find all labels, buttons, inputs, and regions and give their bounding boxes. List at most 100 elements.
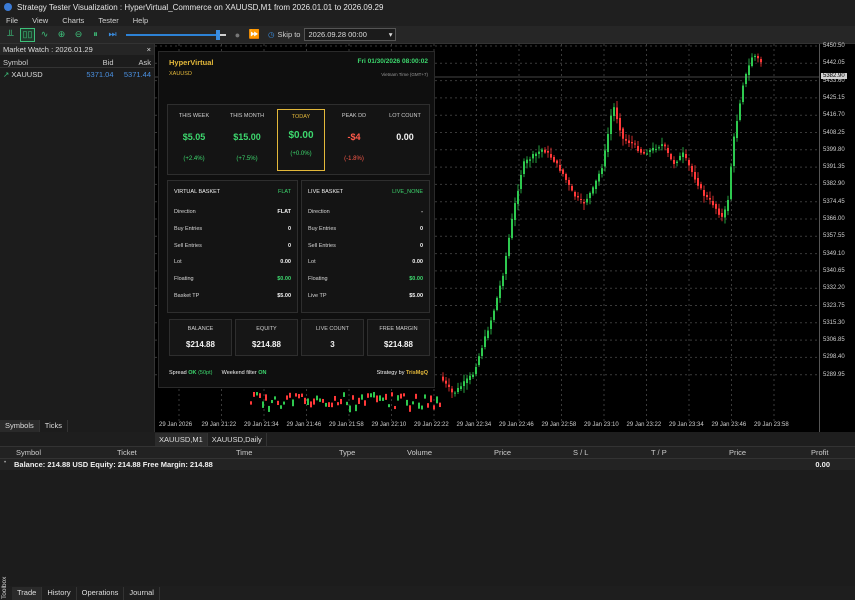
- time-tick-label: 29 Jan 23:34: [669, 422, 704, 428]
- price-tick-label: 5408.25: [823, 129, 845, 136]
- market-watch-title: Market Watch : 2026.01.29: [3, 45, 93, 54]
- tab-ticks[interactable]: Ticks: [40, 420, 68, 432]
- tab-trade[interactable]: Trade: [12, 587, 43, 600]
- time-tick-label: 29 Jan 23:58: [754, 422, 789, 428]
- menu-file[interactable]: File: [6, 16, 18, 25]
- fast-forward-icon[interactable]: ⏩: [247, 28, 262, 42]
- current-price-label: 5382.90: [821, 73, 847, 79]
- menu-tester[interactable]: Tester: [98, 16, 118, 25]
- bar-chart-icon[interactable]: ╨: [3, 28, 18, 42]
- time-tick-label: 29 Jan 23:10: [584, 422, 619, 428]
- ea-name: HyperVirtual: [169, 58, 214, 67]
- price-tick-label: 5357.55: [823, 233, 845, 240]
- zoom-in-icon[interactable]: ⊕: [54, 28, 69, 42]
- dashboard-timezone: Vietnam Time (GMT+7): [381, 72, 428, 77]
- skip-to-icon[interactable]: ◷: [268, 30, 275, 39]
- market-watch-panel: Market Watch : 2026.01.29 × Symbol Bid A…: [0, 44, 155, 432]
- price-tick-label: 5366.00: [823, 216, 845, 222]
- chevron-down-icon: ▾: [388, 30, 393, 39]
- time-tick-label: 29 Jan 23:46: [711, 422, 747, 428]
- col-profit: Profit: [811, 448, 829, 457]
- tab-journal[interactable]: Journal: [124, 587, 160, 600]
- time-tick-label: 29 Jan 21:34: [244, 422, 279, 428]
- tab-operations[interactable]: Operations: [77, 587, 125, 600]
- price-tick-label: 5306.85: [823, 337, 845, 344]
- stat-week: THIS WEEK $5.05 (+2.4%): [178, 113, 210, 162]
- live-basket-status: LIVE_NONE: [392, 189, 423, 195]
- col-type: Type: [339, 448, 356, 457]
- time-tick-label: 29 Jan 22:10: [371, 422, 407, 428]
- app-icon: [4, 3, 12, 11]
- balance-row-icon: •: [4, 460, 7, 466]
- pause-icon[interactable]: ⏸: [88, 28, 103, 42]
- skip-date-value: 2026.09.28 00:00: [308, 30, 367, 39]
- time-tick-label: 29 Jan 23:22: [626, 422, 662, 428]
- menu-view[interactable]: View: [32, 16, 48, 25]
- candlestick-icon[interactable]: ▯▯: [20, 27, 35, 42]
- menu-help[interactable]: Help: [133, 16, 148, 25]
- col-ticket: Ticket: [117, 448, 137, 457]
- step-forward-icon[interactable]: ⏭: [105, 28, 120, 42]
- balance-card: BALANCE $214.88: [169, 319, 232, 356]
- tab-chart-daily[interactable]: XAUUSD,Daily: [208, 432, 267, 446]
- close-icon[interactable]: ×: [147, 45, 151, 54]
- free-margin-card: FREE MARGIN $214.88: [367, 319, 430, 356]
- price-tick-label: 5340.65: [823, 267, 845, 274]
- time-tick-label: 29 Jan 2026: [159, 422, 193, 428]
- spread-status: Spread OK (50pt) Weekend filter ON: [169, 370, 267, 376]
- price-tick-label: 5323.75: [823, 302, 845, 309]
- dashboard-datetime: Fri 01/30/2026 08:00:02: [357, 58, 428, 65]
- trend-up-icon: ↗: [3, 69, 10, 79]
- stat-today: TODAY $0.00 (+0.0%): [277, 109, 325, 171]
- price-tick-label: 5298.40: [823, 354, 845, 361]
- stop-icon[interactable]: ●: [230, 28, 245, 42]
- time-tick-label: 29 Jan 22:34: [456, 422, 492, 428]
- tab-history[interactable]: History: [42, 587, 77, 600]
- time-tick-label: 29 Jan 22:22: [414, 422, 449, 428]
- chart-tabs: XAUUSD,M1 XAUUSD,Daily: [155, 432, 855, 446]
- col-price-current: Price: [729, 448, 747, 457]
- col-symbol: Symbol: [3, 57, 29, 67]
- ask-value: 5371.44: [123, 69, 152, 79]
- price-tick-label: 5289.95: [823, 371, 845, 378]
- menu-charts[interactable]: Charts: [62, 16, 84, 25]
- stat-lot-count: LOT COUNT 0.00: [389, 113, 421, 142]
- price-tick-label: 5349.10: [823, 250, 845, 257]
- time-axis: 29 Jan 2026 29 Jan 21:22 29 Jan 21:34 29 Ja…: [155, 422, 819, 432]
- col-price: Price: [494, 448, 512, 457]
- dashboard-symbol: XAUUSD: [169, 71, 192, 77]
- price-tick-label: 5382.90: [823, 181, 845, 188]
- list-item[interactable]: ↗ XAUUSD 5371.04 5371.44: [0, 68, 154, 80]
- trade-table-header: Symbol Ticket Time Type Volume Price S /…: [0, 447, 855, 459]
- skip-date-select[interactable]: 2026.09.28 00:00 ▾: [304, 28, 397, 41]
- market-watch-header: Symbol Bid Ask: [0, 57, 154, 68]
- virtual-basket-title: VIRTUAL BASKET: [174, 189, 221, 195]
- virtual-basket-status: FLAT: [277, 189, 291, 195]
- title-bar: Strategy Tester Visualization : HyperVir…: [0, 0, 855, 14]
- toolbox-panel: Symbol Ticket Time Type Volume Price S /…: [0, 446, 855, 586]
- zoom-out-icon[interactable]: ⊖: [71, 28, 86, 42]
- skip-to-label: Skip to: [277, 30, 301, 39]
- col-tp: T / P: [651, 448, 667, 457]
- equity-card: EQUITY $214.88: [235, 319, 298, 356]
- price-tick-label: 5391.35: [823, 164, 845, 171]
- time-tick-label: 29 Jan 22:58: [541, 422, 577, 428]
- hypervirtual-dashboard: HyperVirtual Fri 01/30/2026 08:00:02 XAU…: [158, 51, 435, 388]
- line-chart-icon[interactable]: ∿: [37, 28, 52, 42]
- profit-value: 0.00: [815, 460, 830, 469]
- live-count-card: LIVE COUNT 3: [301, 319, 364, 356]
- symbol-name: XAUUSD: [11, 69, 43, 79]
- price-tick-label: 5332.20: [823, 285, 845, 292]
- speed-slider[interactable]: [126, 28, 226, 42]
- stat-month: THIS MONTH $15.00 (+7.5%): [229, 113, 265, 162]
- time-tick-label: 29 Jan 22:46: [499, 422, 534, 428]
- price-axis: 5450.50 5442.05 5433.60 5425.15 5416.70 5408.…: [819, 43, 855, 432]
- tab-chart-m1[interactable]: XAUUSD,M1: [155, 432, 208, 446]
- price-tick-label: 5442.05: [823, 60, 845, 67]
- balance-row[interactable]: • Balance: 214.88 USD Equity: 214.88 Fre…: [0, 459, 855, 470]
- live-basket-box: LIVE BASKET LIVE_NONE Direction - Buy Entr…: [301, 180, 430, 313]
- tab-symbols[interactable]: Symbols: [0, 420, 40, 432]
- price-tick-label: 5399.80: [823, 146, 845, 153]
- price-tick-label: 5315.30: [823, 319, 845, 326]
- price-tick-label: 5416.70: [823, 112, 845, 119]
